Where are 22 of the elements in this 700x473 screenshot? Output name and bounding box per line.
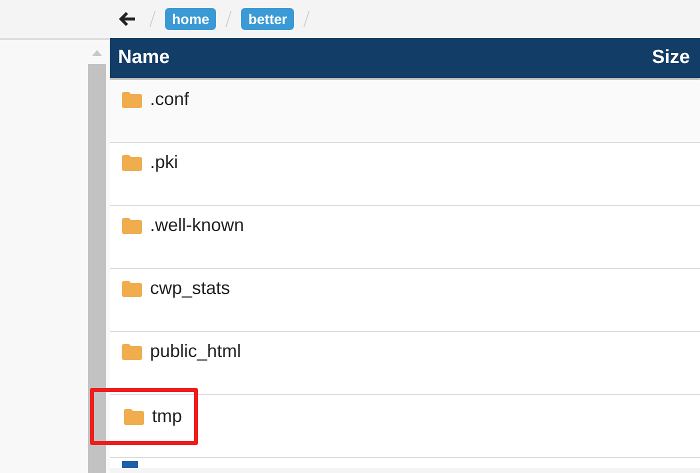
column-header[interactable]: Size [652, 47, 690, 69]
table-row[interactable]: cwp_stats [110, 269, 700, 332]
folder-icon [122, 154, 142, 170]
table-row[interactable]: .pki [110, 143, 700, 206]
folder-name[interactable]: public_html [150, 341, 242, 362]
table-row[interactable]: public_html [110, 332, 700, 395]
folder-icon [122, 280, 142, 296]
folder-icon [122, 344, 142, 360]
folder-name[interactable]: .pki [150, 152, 178, 173]
folder-name[interactable]: .well-known [150, 215, 244, 236]
file-icon [122, 461, 138, 468]
column-header[interactable]: Name [118, 47, 170, 69]
table-row[interactable]: .conf [110, 80, 700, 143]
folder-name[interactable]: .conf [150, 89, 190, 110]
back-arrow-icon[interactable] [118, 11, 136, 27]
folder-icon [124, 408, 144, 424]
folder-name[interactable]: tmp [152, 406, 182, 427]
scroll-up-icon[interactable] [92, 50, 102, 56]
folder-icon [122, 92, 142, 108]
folder-icon [122, 218, 142, 234]
folder-name[interactable]: cwp_stats [150, 278, 230, 299]
table-row[interactable]: .well-known [110, 206, 700, 269]
